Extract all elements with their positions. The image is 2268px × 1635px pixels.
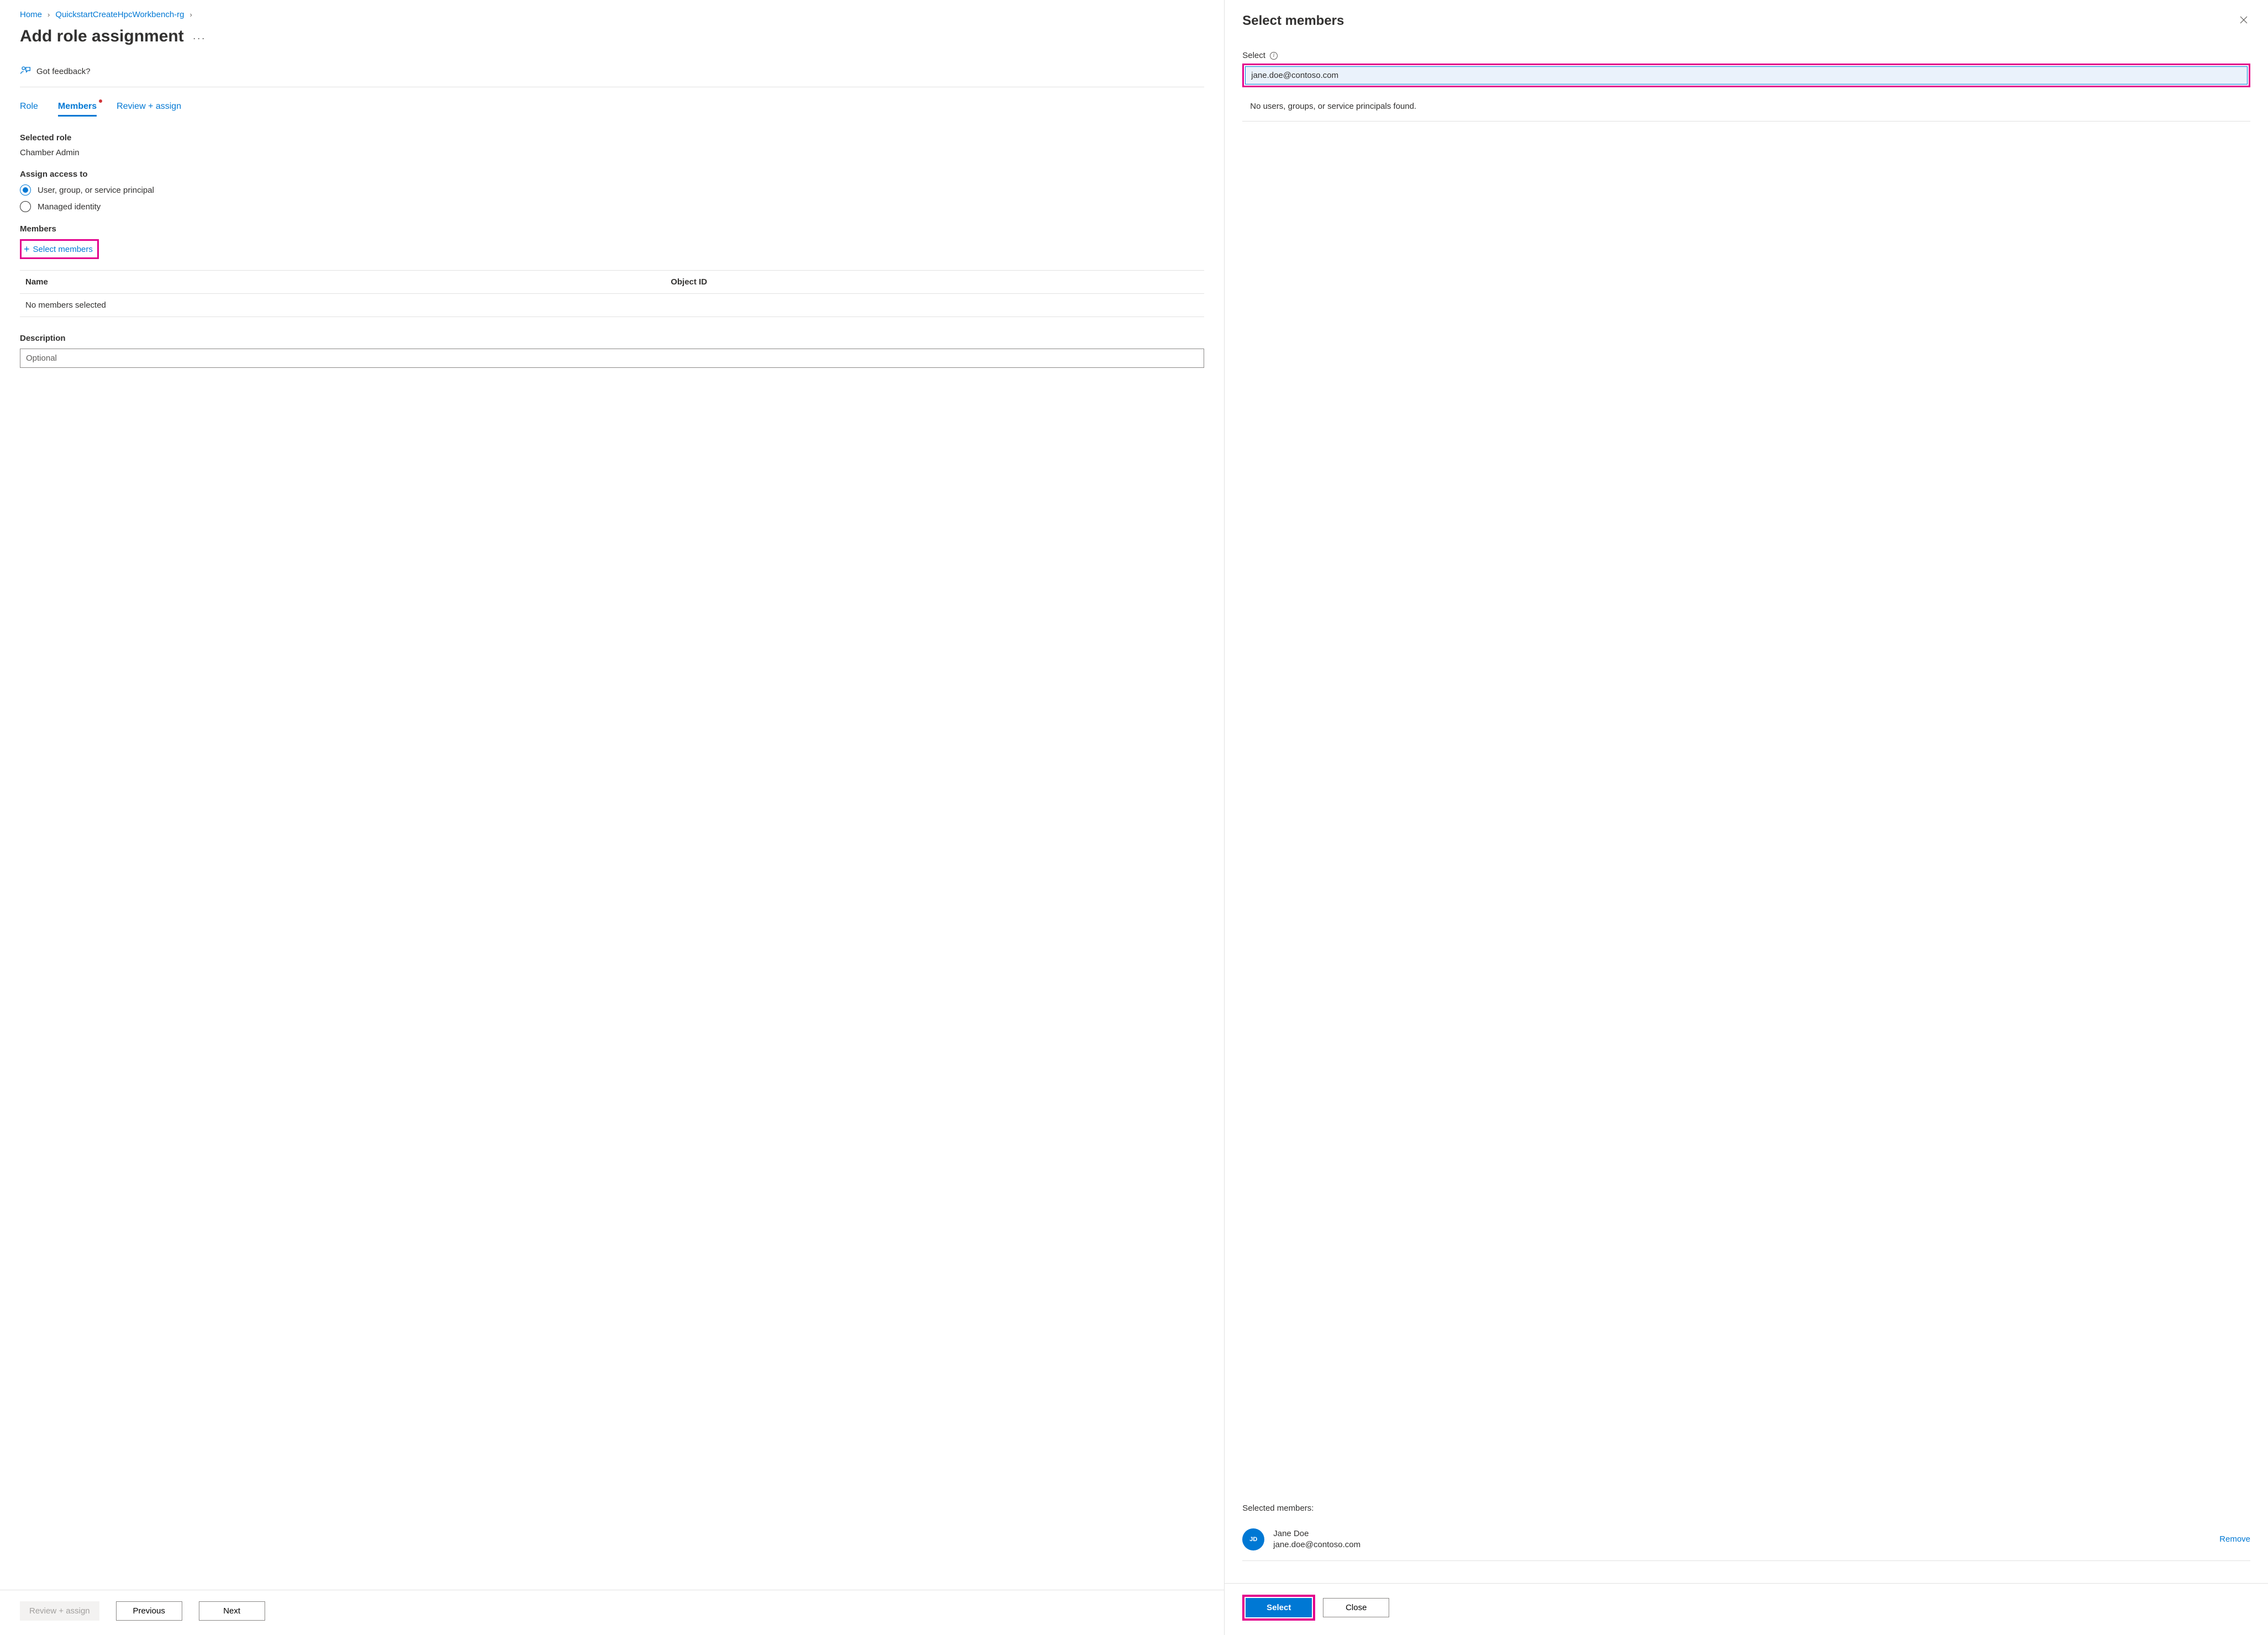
col-header-object-id: Object ID: [671, 277, 1199, 287]
radio-managed-identity[interactable]: Managed identity: [20, 201, 1204, 212]
selected-members-label: Selected members:: [1242, 1504, 2250, 1513]
more-actions-button[interactable]: ···: [193, 29, 206, 44]
feedback-icon: [20, 65, 31, 78]
description-label: Description: [20, 334, 1204, 343]
flyout-header: Select members: [1242, 13, 2250, 29]
breadcrumb: Home › QuickstartCreateHpcWorkbench-rg ›: [20, 10, 1204, 19]
select-field-label-row: Select i: [1242, 51, 2250, 60]
selected-member-email: jane.doe@contoso.com: [1273, 1539, 1360, 1550]
selected-member-row: JD Jane Doe jane.doe@contoso.com Remove: [1242, 1523, 2250, 1562]
members-empty-text: No members selected: [25, 300, 671, 310]
selected-role-label: Selected role: [20, 133, 1204, 143]
close-button[interactable]: Close: [1323, 1598, 1389, 1617]
members-table: Name Object ID No members selected: [20, 270, 1204, 317]
select-button[interactable]: Select: [1246, 1598, 1312, 1617]
description-input[interactable]: [20, 349, 1204, 368]
avatar: JD: [1242, 1528, 1264, 1550]
plus-icon: +: [24, 244, 30, 254]
tab-members[interactable]: Members: [58, 102, 97, 117]
breadcrumb-home[interactable]: Home: [20, 10, 42, 19]
info-icon[interactable]: i: [1270, 52, 1278, 60]
assign-access-label: Assign access to: [20, 170, 1204, 179]
main-pane: Home › QuickstartCreateHpcWorkbench-rg ›…: [0, 0, 1225, 1635]
tab-review-assign[interactable]: Review + assign: [117, 102, 181, 117]
flyout-title: Select members: [1242, 13, 1344, 29]
breadcrumb-resource-group[interactable]: QuickstartCreateHpcWorkbench-rg: [55, 10, 184, 19]
app-root: Home › QuickstartCreateHpcWorkbench-rg ›…: [0, 0, 2268, 1635]
chevron-right-icon: ›: [48, 10, 50, 19]
description-section: Description: [20, 334, 1204, 368]
select-field-label: Select: [1242, 51, 1265, 60]
members-table-header: Name Object ID: [20, 271, 1204, 294]
left-footer: Review + assign Previous Next: [0, 1590, 1224, 1635]
radio-icon: [20, 201, 31, 212]
member-search-input[interactable]: [1245, 66, 2248, 85]
radio-user-group-sp[interactable]: User, group, or service principal: [20, 184, 1204, 196]
assign-access-radio-group: User, group, or service principal Manage…: [20, 184, 1204, 212]
page-title-row: Add role assignment ···: [20, 27, 1204, 46]
highlight-select-members: + Select members: [20, 239, 99, 259]
flyout-spacer: [1242, 122, 2250, 1504]
radio-label: Managed identity: [38, 202, 101, 212]
members-label: Members: [20, 224, 1204, 234]
main-scroll: Home › QuickstartCreateHpcWorkbench-rg ›…: [0, 0, 1224, 1590]
feedback-label: Got feedback?: [36, 67, 91, 76]
selected-member-name: Jane Doe: [1273, 1528, 1360, 1539]
selected-member-info: Jane Doe jane.doe@contoso.com: [1273, 1528, 1360, 1551]
radio-icon: [20, 184, 31, 196]
select-members-text: Select members: [33, 245, 93, 254]
tab-indicator-dot: [99, 99, 102, 103]
highlight-search-input: [1242, 64, 2250, 87]
review-assign-button[interactable]: Review + assign: [20, 1601, 99, 1621]
col-header-name: Name: [25, 277, 671, 287]
tabs: Role Members Review + assign: [20, 102, 1204, 117]
radio-label: User, group, or service principal: [38, 186, 154, 195]
select-members-flyout: Select members Select i No users, groups…: [1225, 0, 2268, 1635]
select-members-link[interactable]: + Select members: [22, 241, 97, 257]
tab-role[interactable]: Role: [20, 102, 38, 117]
highlight-select-button: Select: [1242, 1595, 1315, 1621]
members-table-empty-row: No members selected: [20, 294, 1204, 317]
tab-members-label: Members: [58, 102, 97, 111]
no-results-message: No users, groups, or service principals …: [1242, 99, 2250, 122]
flyout-body: Select members Select i No users, groups…: [1225, 0, 2268, 1583]
previous-button[interactable]: Previous: [116, 1601, 182, 1621]
chevron-right-icon: ›: [190, 10, 192, 19]
feedback-link[interactable]: Got feedback?: [20, 59, 1204, 87]
selected-role-value: Chamber Admin: [20, 148, 1204, 157]
close-icon[interactable]: [2237, 13, 2250, 28]
remove-member-link[interactable]: Remove: [2219, 1534, 2250, 1544]
page-title: Add role assignment: [20, 27, 184, 46]
flyout-footer: Select Close: [1225, 1583, 2268, 1635]
next-button[interactable]: Next: [199, 1601, 265, 1621]
